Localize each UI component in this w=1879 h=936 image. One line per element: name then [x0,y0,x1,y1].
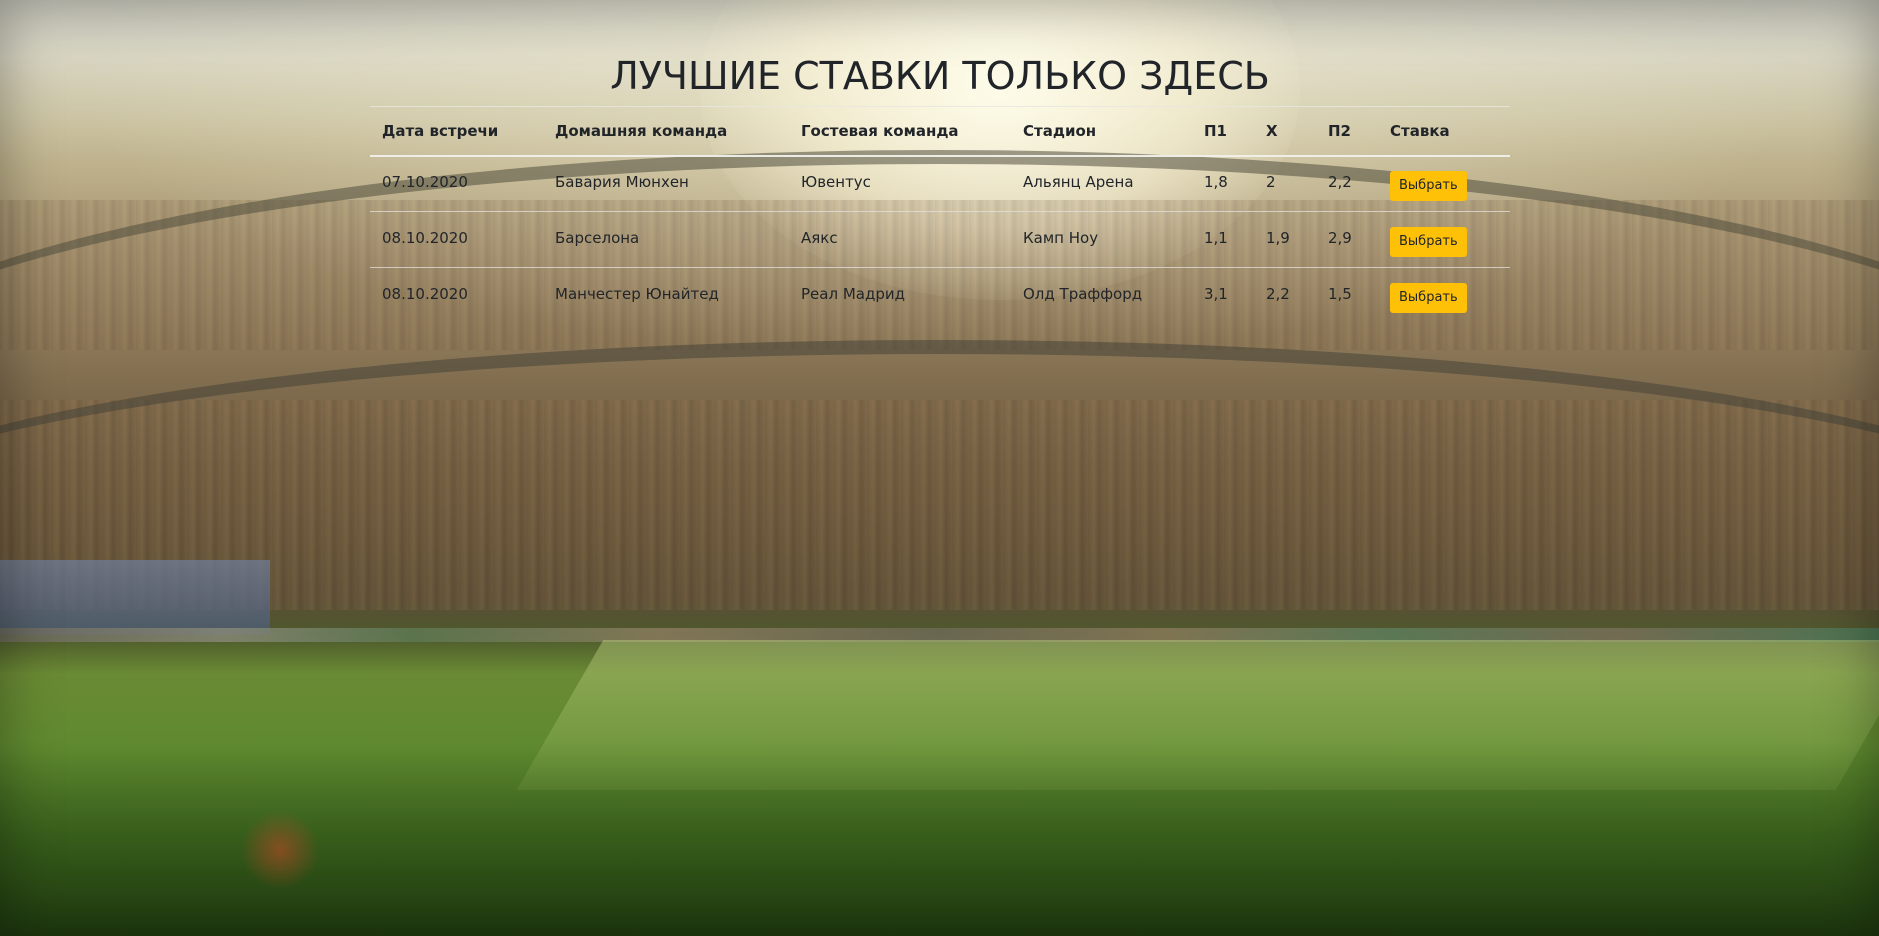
match-date: 08.10.2020 [382,285,468,304]
select-bet-button[interactable]: Выбрать [1390,171,1467,202]
odds-p2: 2,9 [1328,229,1352,247]
table-row: 08.10.2020 Манчестер Юнайтед Реал Мадрид… [370,268,1510,324]
away-team: Ювентус [801,173,871,192]
bet-cell: Выбрать [1378,268,1510,324]
header-away-team: Гостевая команда [801,121,959,140]
odds-p1: 1,1 [1204,229,1228,247]
home-team: Бавария Мюнхен [555,173,689,192]
page-title: ЛУЧШИЕ СТАВКИ ТОЛЬКО ЗДЕСЬ [610,54,1270,98]
table-row: 07.10.2020 Бавария Мюнхен Ювентус Альянц… [370,156,1510,212]
table-header: Дата встречи Домашняя команда Гостевая к… [370,106,1510,156]
bet-cell: Выбрать [1378,212,1510,268]
main-container: ЛУЧШИЕ СТАВКИ ТОЛЬКО ЗДЕСЬ Дата встречи … [370,40,1510,324]
bet-cell: Выбрать [1378,156,1510,212]
odds-x: 1,9 [1266,229,1290,247]
home-team: Барселона [555,229,640,247]
odds-x: 2 [1266,173,1276,192]
select-bet-button[interactable]: Выбрать [1390,227,1467,257]
bets-table: Дата встречи Домашняя команда Гостевая к… [370,106,1510,324]
header-row: Дата встречи Домашняя команда Гостевая к… [370,106,1510,156]
header-p1: П1 [1204,121,1227,140]
away-team: Аякс [801,229,838,247]
odds-p1: 3,1 [1204,285,1228,304]
select-bet-button[interactable]: Выбрать [1390,283,1467,314]
odds-p2: 1,5 [1328,285,1352,304]
header-x: X [1266,121,1278,140]
away-team: Реал Мадрид [801,285,905,304]
stadium: Олд Траффорд [1023,285,1143,304]
match-date: 07.10.2020 [382,173,468,192]
header-date: Дата встречи [382,121,499,140]
odds-p1: 1,8 [1204,173,1228,192]
odds-x: 2,2 [1266,285,1290,304]
table-row: 08.10.2020 Барселона Аякс Камп Ноу 1,1 1… [370,212,1510,268]
home-team: Манчестер Юнайтед [555,285,719,304]
header-p2: П2 [1328,121,1351,140]
header-home-team: Домашняя команда [555,121,728,140]
header-bet: Ставка [1390,121,1450,140]
odds-p2: 2,2 [1328,173,1352,192]
header-stadium: Стадион [1023,121,1097,140]
stadium: Камп Ноу [1023,229,1099,247]
stadium: Альянц Арена [1023,173,1134,192]
table-body: 07.10.2020 Бавария Мюнхен Ювентус Альянц… [370,156,1510,324]
match-date: 08.10.2020 [382,229,468,247]
